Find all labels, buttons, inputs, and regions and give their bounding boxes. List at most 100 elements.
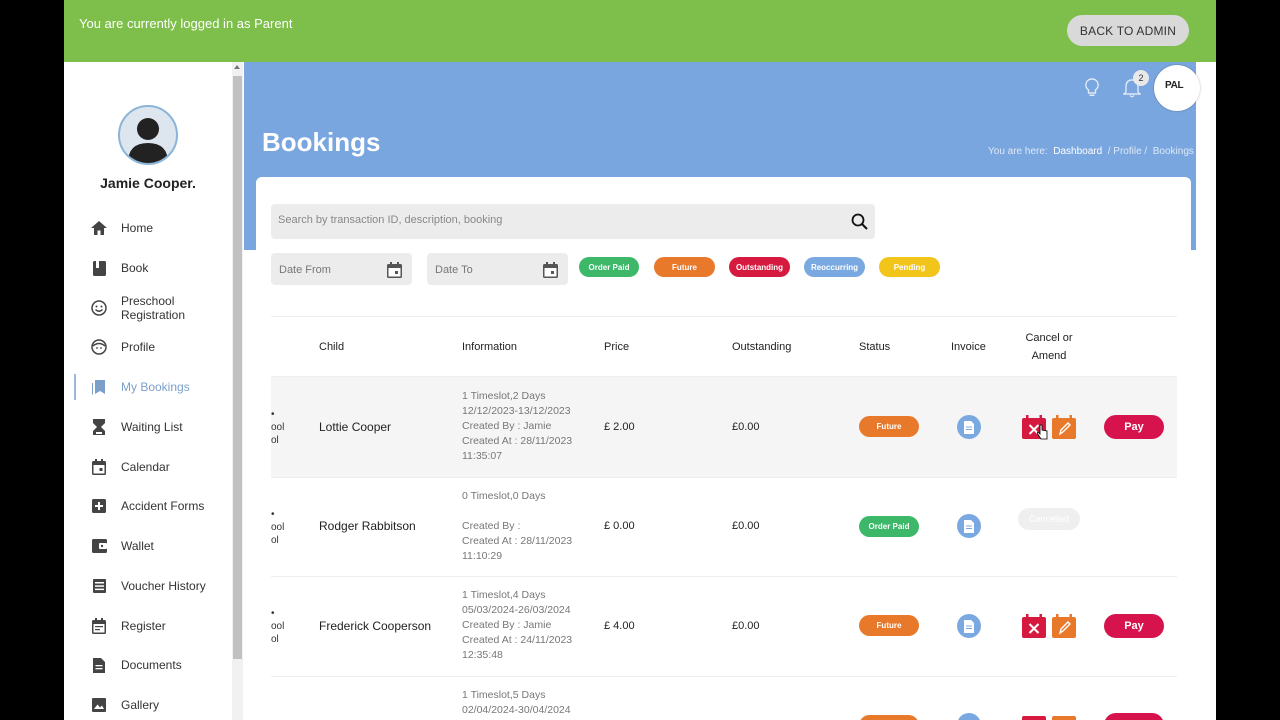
breadcrumb-dashboard[interactable]: Dashboard [1053,146,1102,157]
sidebar-item-label: Profile [121,340,156,354]
filter-future[interactable]: Future [654,257,715,277]
sidebar-scroll-thumb[interactable] [233,76,242,659]
amend-booking-icon[interactable] [1052,614,1076,638]
info-line: 11:10:29 [462,550,503,562]
sidebar-item-profile[interactable]: Profile [74,332,232,362]
notification-badge: 2 [1133,70,1149,86]
info-line: 02/04/2024-30/04/2024 [462,704,571,716]
date-to-placeholder: Date To [435,264,473,276]
info-line: 12/12/2023-13/12/2023 [462,405,571,417]
sidebar: Jamie Cooper. Home Book Preschool Regist… [64,62,244,720]
outstanding-amount: £0.00 [732,620,760,632]
sidebar-item-label: Wallet [121,539,154,553]
frag-line: ool [271,522,285,533]
info-line: Created At : 28/11/2023 [462,535,573,547]
filter-reoccurring[interactable]: Reoccurring [804,257,865,277]
info-line: 12:35:48 [462,649,503,661]
invoice-button[interactable] [957,614,981,638]
app-window: You are currently logged in as Parent BA… [64,0,1216,720]
sidebar-item-accident-forms[interactable]: Accident Forms [74,491,232,521]
sidebar-item-wallet[interactable]: Wallet [74,531,232,561]
list-icon [91,578,107,594]
table-divider [271,576,1177,577]
filter-pending[interactable]: Pending [879,257,940,277]
info-line: Created By : Jamie [462,619,552,631]
child-name: Lottie Cooper [319,420,392,434]
invoice-button[interactable] [957,514,981,538]
booking-info: 1 Timeslot,5 Days 02/04/2024-30/04/2024 [462,688,571,718]
filter-order-paid[interactable]: Order Paid [579,257,639,277]
status-badge: Order Paid [859,516,919,537]
frag-line: ol [271,435,279,446]
breadcrumb-profile[interactable]: / Profile / [1108,146,1147,157]
sidebar-item-book[interactable]: Book [74,253,232,283]
info-line: 05/03/2024-26/03/2024 [462,604,571,616]
image-icon [91,697,107,713]
sidebar-item-waiting-list[interactable]: Waiting List [74,412,232,442]
column-header-outstanding: Outstanding [732,341,792,353]
sidebar-item-label: Preschool Registration [121,294,186,322]
lightbulb-icon[interactable] [1084,78,1100,98]
calendar-icon[interactable] [387,262,402,278]
sidebar-item-register[interactable]: Register [74,611,232,641]
sidebar-item-documents[interactable]: Documents [74,650,232,680]
calendar-icon[interactable] [543,262,558,278]
truncated-cell: • ool ol [271,508,284,547]
calendar-check-icon [91,618,107,634]
document-icon [91,657,107,673]
cancel-booking-icon[interactable] [1022,713,1046,720]
price: £ 2.00 [604,421,635,433]
home-icon [91,220,107,236]
booking-info: 1 Timeslot,2 Days 12/12/2023-13/12/2023 … [462,389,572,464]
frag-line: • [271,509,275,520]
filter-outstanding[interactable]: Outstanding [729,257,790,277]
status-badge: Future [859,615,919,636]
frag-line: ool [271,422,285,433]
info-line: 1 Timeslot,5 Days [462,689,546,701]
info-line: Created By : Jamie [462,420,552,432]
booking-info: 0 Timeslot,0 Days Created By : Created A… [462,489,572,564]
table-divider [271,676,1177,677]
plus-box-icon [91,498,107,514]
pay-button[interactable]: Pay [1104,415,1164,439]
info-line: Created At : 28/11/2023 [462,435,573,447]
info-line: 11:35:07 [462,450,503,462]
hourglass-icon [91,419,107,435]
user-icon [128,118,168,163]
book-icon [91,260,107,276]
face-icon [91,339,107,355]
amend-booking-icon[interactable] [1052,713,1076,720]
avatar[interactable] [118,105,178,165]
bookmarks-icon [91,379,107,395]
sidebar-item-label: Documents [121,658,182,672]
cancel-booking-icon[interactable] [1022,614,1046,638]
sidebar-item-label: Gallery [121,698,160,712]
sidebar-item-home[interactable]: Home [74,213,232,243]
sidebar-item-my-bookings[interactable]: My Bookings [74,372,232,402]
sidebar-item-calendar[interactable]: Calendar [74,452,232,482]
column-header-information: Information [462,341,518,353]
pay-button[interactable] [1104,713,1164,720]
sidebar-item-gallery[interactable]: Gallery [74,690,232,720]
sidebar-item-label: Book [121,261,149,275]
cancelled-badge: Cancelled [1018,508,1080,530]
sidebar-item-voucher-history[interactable]: Voucher History [74,571,232,601]
scroll-up-arrow-icon[interactable] [234,65,240,69]
back-to-admin-button[interactable]: BACK TO ADMIN [1067,15,1189,46]
search-icon[interactable] [851,213,868,230]
invoice-button[interactable] [957,415,981,439]
amend-booking-icon[interactable] [1052,415,1076,439]
column-header-price: Price [604,341,630,353]
child-name: Rodger Rabbitson [319,519,416,533]
sidebar-scrollbar[interactable] [232,62,243,720]
pay-button[interactable]: Pay [1104,614,1164,638]
frag-line: ool [271,621,285,632]
sidebar-item-label: Voucher History [121,579,206,593]
sidebar-item-label: My Bookings [121,380,190,394]
sidebar-item-label: Home [121,221,154,235]
breadcrumb-bookings: Bookings [1152,146,1194,157]
sidebar-item-preschool-registration[interactable]: Preschool Registration [74,293,232,323]
truncated-cell: • ool ol [271,408,284,447]
price: £ 4.00 [604,620,635,632]
invoice-icon [964,420,974,434]
